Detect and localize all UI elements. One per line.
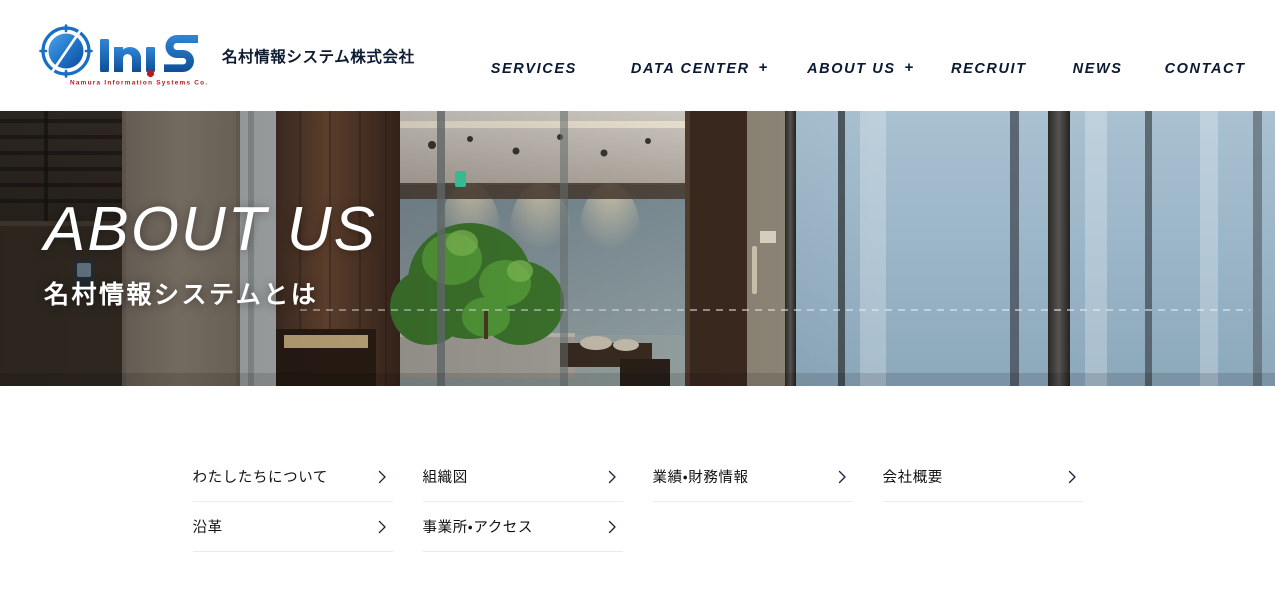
nav-label-about-us: ABOUT US: [807, 60, 896, 77]
brand-name: 名村情報システム株式会社: [222, 47, 415, 66]
page-title: ABOUT US: [44, 195, 377, 264]
link-label: 事業所・アクセス: [422, 520, 534, 536]
link-grid-spacer: [883, 502, 1083, 552]
chevron-right-icon: [605, 520, 619, 534]
chevron-right-icon: [605, 470, 619, 484]
link-card-company-profile[interactable]: 会社概要: [882, 452, 1083, 502]
nav-item-data-center[interactable]: DATA CENTER +: [631, 55, 769, 83]
inis-compass-logo-icon: Namura Information Systems Co., Ltd.: [36, 23, 208, 89]
link-label: 組織図: [422, 470, 468, 486]
site-header: Namura Information Systems Co., Ltd. 名村情…: [0, 0, 1275, 111]
chevron-right-icon: [1065, 470, 1079, 484]
nav-label-data-center: DATA CENTER: [630, 60, 750, 77]
nav-item-contact[interactable]: CONTACT: [1165, 55, 1246, 83]
chevron-right-icon: [375, 520, 389, 534]
nav-label-services: SERVICES: [490, 60, 577, 77]
link-label: 業績・財務情報: [652, 470, 749, 486]
nav-label-recruit: RECRUIT: [951, 60, 1027, 77]
primary-navigation: SERVICES DATA CENTER + ABOUT US + RECRUI…: [491, 55, 1246, 83]
chevron-right-icon: [375, 470, 389, 484]
brand-home-link[interactable]: Namura Information Systems Co., Ltd. 名村情…: [36, 23, 415, 89]
link-card-history[interactable]: 沿革: [192, 502, 393, 552]
link-card-organization-chart[interactable]: 組織図: [422, 452, 623, 502]
plus-icon: +: [758, 59, 770, 76]
nav-item-services[interactable]: SERVICES: [491, 55, 577, 83]
nav-item-news[interactable]: NEWS: [1073, 55, 1123, 83]
link-card-about-us[interactable]: わたしたちについて: [192, 452, 393, 502]
hero-copy: ABOUT US 名村情報システムとは: [44, 199, 377, 311]
plus-icon: +: [904, 59, 915, 76]
link-card-offices-access[interactable]: 事業所・アクセス: [422, 502, 623, 552]
nav-item-recruit[interactable]: RECRUIT: [951, 55, 1027, 83]
about-section-links: わたしたちについて 組織図 業績・財務情報 会社概要 沿革 事業所・アクセス: [0, 386, 1275, 592]
nav-label-news: NEWS: [1072, 60, 1123, 77]
link-label: わたしたちについて: [192, 470, 328, 486]
link-card-financial-results[interactable]: 業績・財務情報: [652, 452, 853, 502]
hero-banner: ABOUT US 名村情報システムとは: [0, 111, 1275, 386]
chevron-right-icon: [835, 470, 849, 484]
link-grid-spacer: [653, 502, 853, 552]
page-subtitle: 名村情報システムとは: [44, 280, 319, 309]
link-label: 会社概要: [882, 470, 943, 486]
nav-item-about-us[interactable]: ABOUT US +: [807, 55, 915, 83]
logo-tagline-text: Namura Information Systems Co., Ltd.: [70, 79, 208, 86]
nav-label-contact: CONTACT: [1164, 60, 1246, 77]
link-grid: わたしたちについて 組織図 業績・財務情報 会社概要 沿革 事業所・アクセス: [192, 452, 1083, 552]
link-label: 沿革: [192, 520, 223, 536]
